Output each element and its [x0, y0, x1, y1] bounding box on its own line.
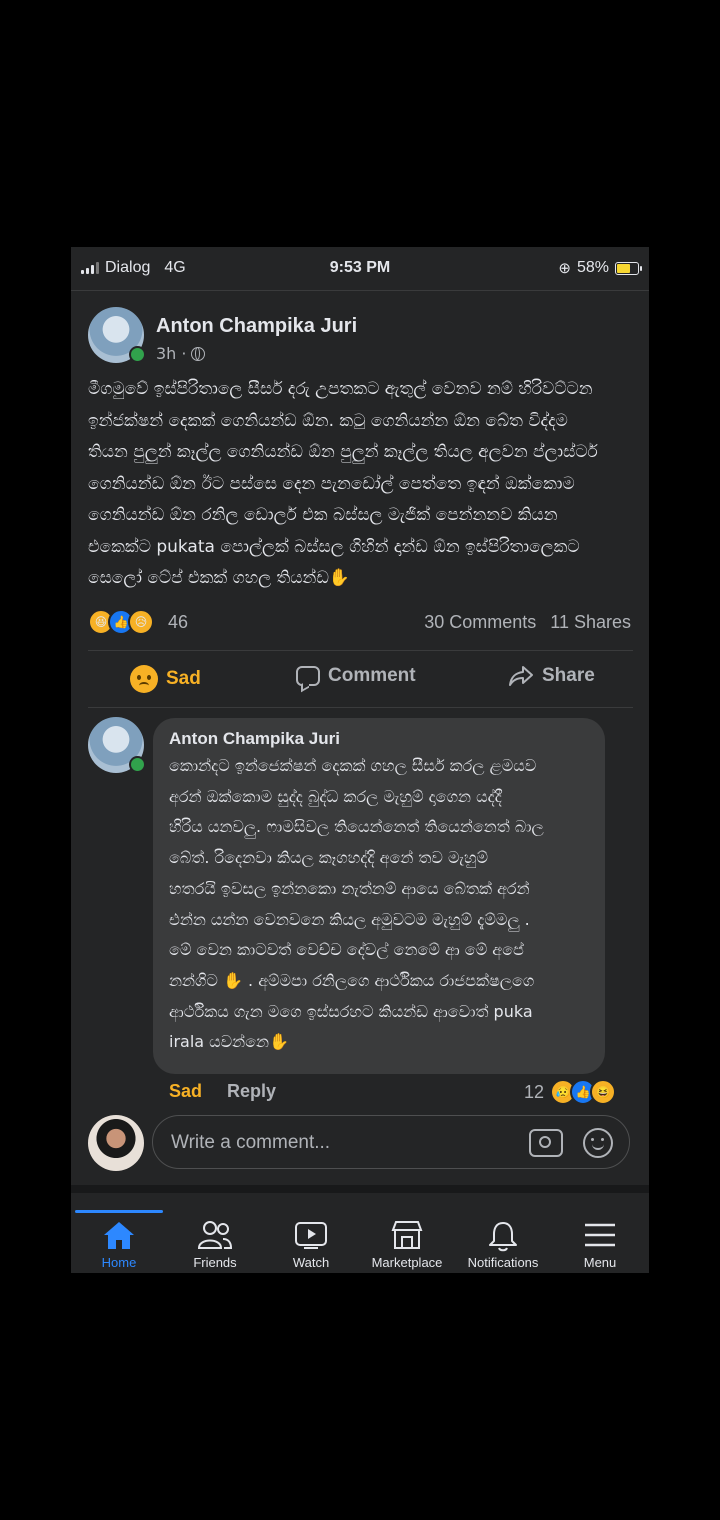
comment-icon [296, 666, 320, 686]
phone-screen: Dialog 4G 9:53 PM ⊕ 58% Anton Champika J… [71, 247, 649, 1273]
meta-separator: · [181, 344, 187, 363]
tab-label: Menu [583, 1255, 617, 1270]
bell-icon [489, 1222, 517, 1252]
post-action-bar: Sad Comment Share [88, 650, 633, 708]
battery-percent: 58% [576, 259, 609, 276]
comment-composer [88, 1115, 633, 1171]
orientation-lock-icon: ⊕ [558, 260, 571, 277]
friends-icon [197, 1221, 233, 1249]
post-reactions-summary[interactable]: 😆 👍 😥 46 [88, 609, 188, 635]
tab-menu[interactable]: Menu [552, 1193, 648, 1273]
sad-emoji-icon [130, 665, 158, 693]
menu-icon [585, 1223, 615, 1247]
post-meta: 3h · [156, 344, 206, 363]
post-text: මීගමුවේ ඉස්පිරිතාලෙ සීසර් දරු උපතකට ඇතුල… [88, 379, 598, 588]
tab-label: Home [101, 1255, 137, 1270]
status-bar: Dialog 4G 9:53 PM ⊕ 58% [71, 247, 649, 291]
comment-author-avatar[interactable] [88, 717, 146, 773]
haha-icon: 😆 [590, 1079, 616, 1105]
globe-icon [191, 346, 206, 361]
my-avatar [88, 1115, 144, 1171]
comment-label: Comment [328, 665, 416, 686]
smiley-icon[interactable] [583, 1128, 613, 1158]
comment-button[interactable]: Comment [296, 665, 416, 687]
share-button[interactable]: Share [508, 665, 595, 687]
tab-label: Marketplace [371, 1255, 443, 1270]
tab-notifications[interactable]: Notifications [455, 1193, 551, 1273]
marketplace-icon [391, 1221, 423, 1249]
shares-count-link[interactable]: 11 Shares [550, 612, 631, 633]
bottom-tab-bar: Home Friends Watch Marketplace Notificat… [71, 1193, 649, 1273]
online-indicator [129, 756, 146, 773]
comment-react-link[interactable]: Sad [169, 1081, 202, 1102]
tab-home[interactable]: Home [71, 1193, 167, 1273]
share-label: Share [542, 665, 595, 686]
online-indicator [129, 346, 146, 363]
sad-icon: 😥 [128, 609, 154, 635]
tab-label: Watch [292, 1255, 330, 1270]
comment-input-box[interactable] [152, 1115, 630, 1169]
post-header [88, 307, 146, 363]
comment-author-name[interactable]: Anton Champika Juri [169, 729, 340, 749]
post-author-name[interactable]: Anton Champika Juri [156, 315, 357, 338]
comment-text: කොන්දට ඉන්ජෙක්ෂන් දෙකක් ගහල සීසර් කරල ළම… [169, 756, 544, 1052]
comment-reaction-count: 12 [523, 1081, 544, 1102]
tab-label: Friends [193, 1255, 237, 1270]
comment-input[interactable] [169, 1128, 513, 1158]
status-right: ⊕ 58% [558, 259, 642, 277]
reaction-count: 46 [168, 611, 189, 632]
section-divider [71, 1185, 649, 1193]
comment-actions: Sad Reply [169, 1081, 276, 1102]
react-label: Sad [166, 668, 201, 689]
comment-bubble: Anton Champika Juri කොන්දට ඉන්ජෙක්ෂන් දෙ… [153, 718, 605, 1074]
active-tab-indicator [75, 1210, 163, 1213]
post-time[interactable]: 3h [156, 344, 176, 363]
post-stats: 30 Comments 11 Shares [424, 612, 631, 633]
author-avatar[interactable] [88, 307, 146, 363]
tab-friends[interactable]: Friends [167, 1193, 263, 1273]
camera-icon[interactable] [529, 1129, 563, 1157]
home-icon [104, 1222, 134, 1249]
watch-icon [295, 1222, 327, 1249]
share-arrow-icon [509, 666, 533, 686]
battery-charging-icon [615, 261, 642, 275]
comment-reply-link[interactable]: Reply [227, 1081, 276, 1102]
tab-marketplace[interactable]: Marketplace [359, 1193, 455, 1273]
comments-count-link[interactable]: 30 Comments [424, 612, 536, 633]
tab-watch[interactable]: Watch [263, 1193, 359, 1273]
tab-label: Notifications [467, 1255, 539, 1270]
sad-react-button[interactable]: Sad [130, 665, 201, 693]
comment-reactions-summary[interactable]: 12 😥 👍 😆 [524, 1079, 616, 1105]
